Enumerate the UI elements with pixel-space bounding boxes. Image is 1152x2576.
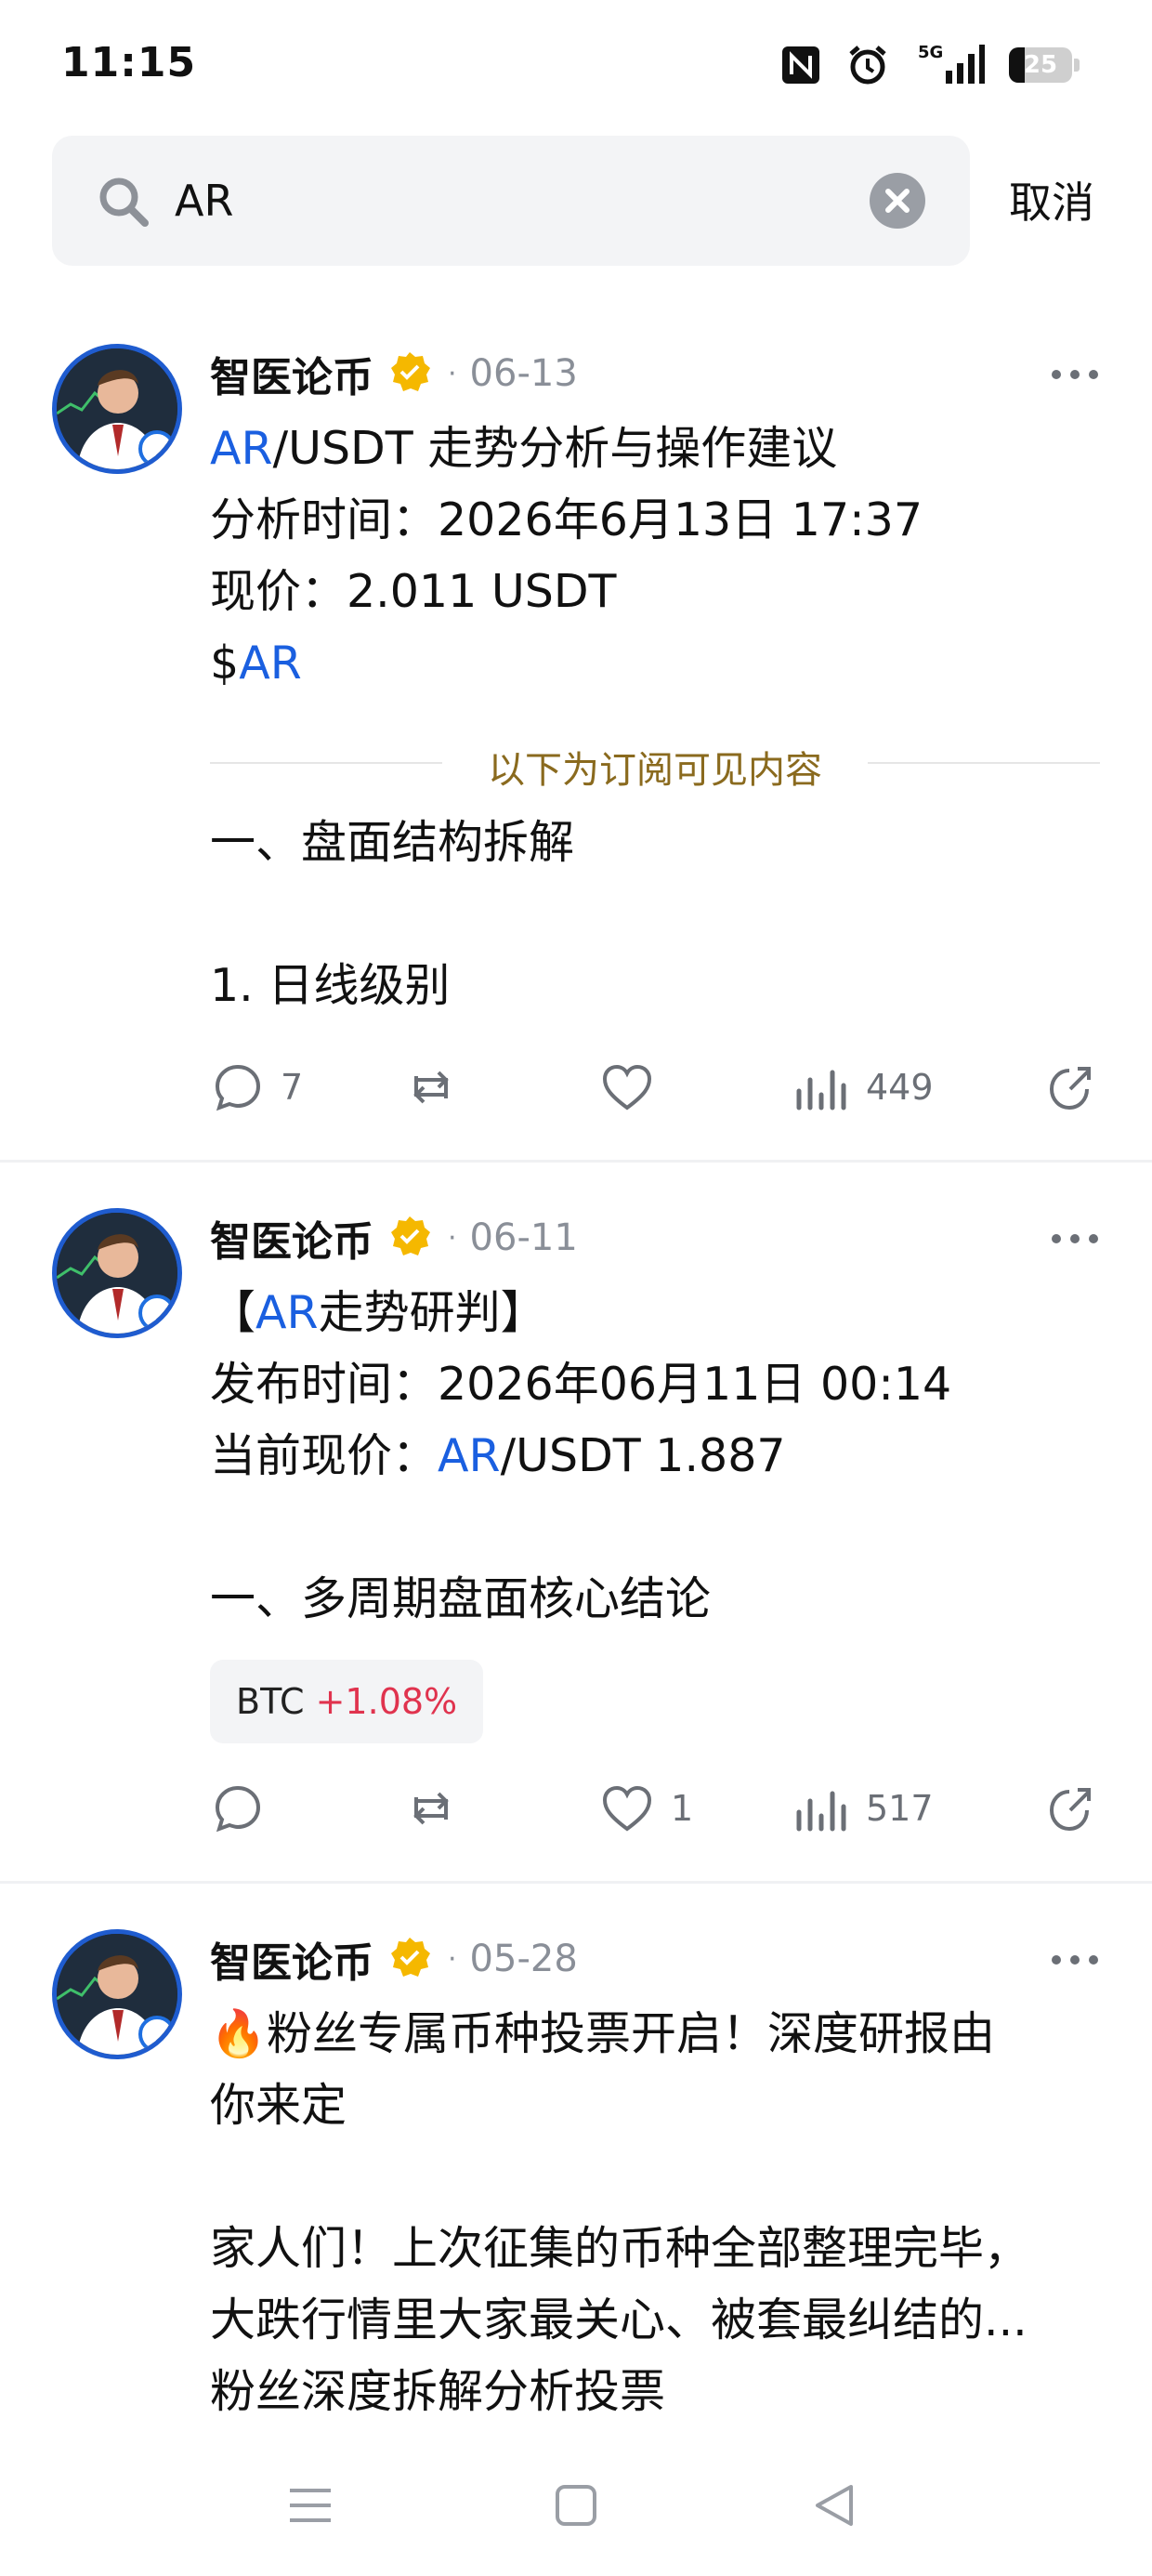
avatar[interactable]	[52, 1208, 182, 1338]
heart-icon	[602, 1785, 652, 1832]
home-square-icon[interactable]	[552, 2481, 600, 2533]
search-icon	[97, 175, 151, 232]
subscribe-divider: 以下为订阅可见内容	[210, 734, 1100, 792]
fire-emoji: 🔥	[210, 2007, 268, 2060]
like-button[interactable]: 1	[600, 1782, 693, 1834]
post-content[interactable]: 一、盘面结构拆解 1. 日线级别	[210, 807, 1102, 1021]
comment-button[interactable]: 7	[212, 1061, 303, 1113]
post-separator	[0, 1160, 1152, 1163]
views-button[interactable]: 449	[793, 1061, 934, 1113]
post-line: 一、盘面结构拆解	[210, 816, 575, 869]
post-content[interactable]: 🔥粉丝专属币种投票开启！深度研报由 你来定 家人们！上次征集的币种全部整理完毕，…	[210, 1998, 1102, 2427]
verified-icon	[388, 1936, 431, 1982]
verified-icon	[388, 1215, 431, 1261]
post-date: 06-13	[469, 352, 578, 395]
comment-icon	[215, 1064, 261, 1111]
more-icon[interactable]	[1052, 370, 1098, 379]
status-time: 11:15	[61, 39, 197, 86]
comment-button[interactable]	[212, 1782, 281, 1834]
post-line: 现价：2.011 USDT	[210, 565, 617, 618]
status-bar: 11:15 5G 25	[0, 0, 1152, 130]
subscribe-label: 以下为订阅可见内容	[488, 749, 822, 792]
action-bar: 1 517	[0, 1782, 1152, 1847]
signal-icon: 5G	[914, 43, 985, 87]
ticker-change: +1.08%	[315, 1681, 458, 1722]
like-button[interactable]	[600, 1061, 671, 1113]
share-button[interactable]	[1044, 1061, 1096, 1113]
repost-button[interactable]	[405, 1782, 474, 1834]
back-triangle-icon[interactable]	[810, 2481, 858, 2533]
post-line	[210, 1492, 1102, 1563]
coin-link[interactable]: AR	[239, 637, 302, 690]
view-count: 517	[866, 1788, 934, 1829]
battery-icon: 25	[1009, 47, 1080, 83]
post-line: 大跌行情里大家最关心、被套最纠结的...	[210, 2293, 1028, 2346]
post-line	[210, 878, 1102, 950]
battery-level: 25	[1023, 51, 1058, 79]
clear-icon[interactable]	[870, 173, 925, 229]
cancel-button[interactable]: 取消	[1009, 169, 1094, 230]
alarm-icon	[845, 43, 890, 87]
comment-icon	[215, 1785, 261, 1833]
post-line: 家人们！上次征集的币种全部整理完毕，	[210, 2222, 1030, 2275]
verified-icon	[388, 350, 431, 397]
like-count: 1	[671, 1788, 694, 1829]
views-icon	[796, 1070, 846, 1111]
search-bar[interactable]	[52, 136, 970, 266]
ticker-chip[interactable]: BTC +1.08%	[210, 1660, 484, 1743]
repost-icon	[413, 1071, 449, 1104]
author-name[interactable]: 智医论币	[210, 1208, 373, 1268]
post-separator	[0, 1881, 1152, 1884]
view-count: 449	[866, 1067, 934, 1108]
action-bar: 7 449	[0, 1061, 1152, 1126]
heart-icon	[602, 1064, 652, 1111]
post-line: 1. 日线级别	[210, 959, 451, 1012]
separator-dot: ·	[448, 1221, 457, 1255]
search-input[interactable]	[175, 164, 881, 238]
post-line: 发布时间：2026年06月11日 00:14	[210, 1358, 952, 1411]
post-line: 一、多周期盘面核心结论	[210, 1572, 712, 1625]
coin-link[interactable]: AR	[210, 422, 273, 475]
separator-dot: ·	[448, 1942, 457, 1976]
menu-icon[interactable]	[286, 2481, 334, 2533]
more-icon[interactable]	[1052, 1234, 1098, 1243]
views-icon	[796, 1791, 846, 1832]
post-date: 06-11	[469, 1216, 578, 1259]
post-date: 05-28	[469, 1938, 578, 1980]
avatar[interactable]	[52, 344, 182, 474]
comment-count: 7	[281, 1067, 304, 1108]
avatar[interactable]	[52, 1929, 182, 2059]
post-line	[210, 2141, 1102, 2213]
nfc-icon	[780, 45, 821, 85]
network-type-label: 5G	[918, 43, 943, 62]
post-line: 你来定	[210, 2079, 347, 2132]
coin-link[interactable]: AR	[255, 1286, 319, 1339]
post-content[interactable]: 【AR走势研判】 发布时间：2026年06月11日 00:14 当前现价：AR/…	[210, 1277, 1102, 1635]
post-content[interactable]: AR/USDT 走势分析与操作建议 分析时间：2026年6月13日 17:37 …	[210, 413, 1102, 699]
author-name[interactable]: 智医论币	[210, 1929, 373, 1989]
ticker-name: BTC	[236, 1681, 305, 1722]
status-icons: 5G 25	[780, 43, 1080, 87]
post-line: 粉丝深度拆解分析投票	[210, 2365, 666, 2418]
share-button[interactable]	[1044, 1782, 1096, 1834]
separator-dot: ·	[448, 357, 457, 390]
more-icon[interactable]	[1052, 1955, 1098, 1965]
post-line: 分析时间：2026年6月13日 17:37	[210, 493, 923, 546]
views-button[interactable]: 517	[793, 1782, 934, 1834]
repost-icon	[413, 1792, 449, 1825]
share-icon	[1049, 1788, 1091, 1832]
system-nav-bar	[0, 2453, 1152, 2576]
coin-link[interactable]: AR	[438, 1429, 501, 1482]
author-name[interactable]: 智医论币	[210, 344, 373, 403]
repost-button[interactable]	[405, 1061, 474, 1113]
share-icon	[1049, 1067, 1091, 1111]
